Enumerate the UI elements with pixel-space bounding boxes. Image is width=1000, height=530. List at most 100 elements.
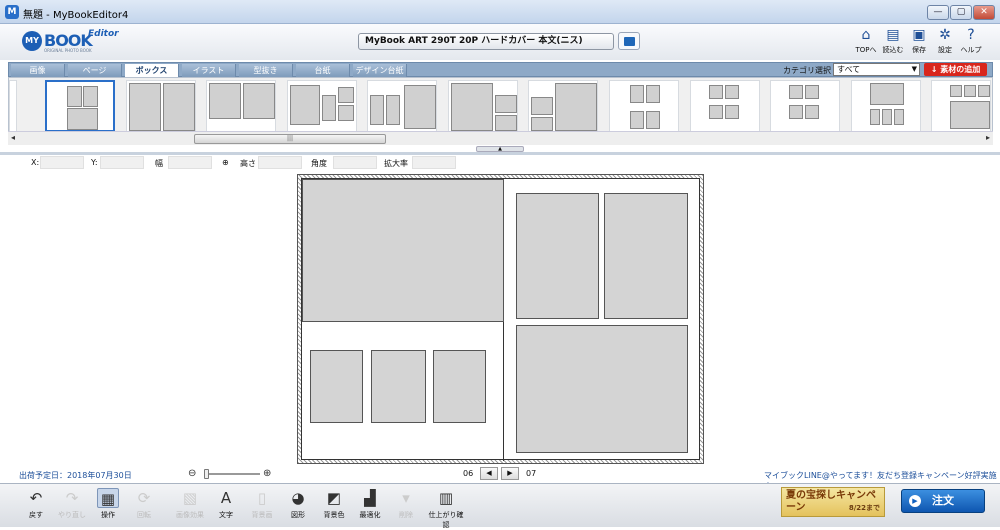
mybook-logo: MY BOOK Editor ORIGINAL PHOTO BOOK [22, 29, 119, 53]
header-button-label: 読込む [882, 46, 904, 54]
tab-3[interactable]: イラスト [182, 64, 236, 77]
layout-thumbnail[interactable] [126, 80, 196, 132]
minimize-button[interactable]: — [927, 5, 949, 20]
toolbar-button-label: 回転 [137, 511, 151, 519]
layout-thumbnail[interactable] [528, 80, 598, 132]
layout-thumbnail[interactable] [287, 80, 357, 132]
layout-thumbnail[interactable] [45, 80, 115, 132]
layout-thumbnail[interactable] [770, 80, 840, 132]
page-spread[interactable] [297, 174, 704, 464]
layout-thumbnail[interactable] [609, 80, 679, 132]
photo-box[interactable] [433, 350, 486, 423]
header-button-1[interactable]: ▤ 読込む [881, 27, 905, 55]
layout-thumbnail[interactable] [851, 80, 921, 132]
layout-thumbnail[interactable] [367, 80, 437, 132]
layout-thumbnail[interactable] [9, 80, 17, 132]
scale-field[interactable] [412, 156, 456, 169]
scale-label: 拡大率 [384, 159, 408, 168]
toolbar-button-5[interactable]: A 文字 [208, 488, 244, 520]
x-field[interactable] [40, 156, 84, 169]
height-field[interactable] [258, 156, 302, 169]
thumbnail-cell [709, 105, 723, 119]
toolbar-button-1[interactable]: ↷ やり直し [54, 488, 90, 520]
scroll-thumb[interactable]: ||| [194, 134, 386, 144]
layout-thumbnail[interactable] [206, 80, 276, 132]
photo-box[interactable] [371, 350, 426, 423]
thumbnail-cell [789, 85, 803, 99]
zoom-out-icon[interactable]: ⊖ [188, 468, 196, 479]
scroll-left-icon[interactable]: ◂ [11, 133, 15, 142]
tab-2[interactable]: ボックス [125, 64, 179, 77]
spread-canvas[interactable] [301, 178, 700, 461]
tab-6[interactable]: デザイン台紙 [353, 64, 407, 77]
thumbnail-cell [805, 85, 819, 99]
toolbar-button-7[interactable]: ◕ 図形 [280, 488, 316, 520]
campaign-banner[interactable]: 夏の宝探しキャンペーン 8/22まで [781, 487, 885, 517]
add-material-button[interactable]: ↓ 素材の追加 [924, 63, 987, 76]
ship-date: 出荷予定日：2018年07月30日 [19, 471, 132, 480]
tab-5[interactable]: 台紙 [296, 64, 350, 77]
link-icon[interactable]: ⊕ [222, 158, 229, 167]
next-page-button[interactable]: ▶ [501, 467, 519, 480]
logo-editor: Editor [88, 29, 119, 39]
layout-thumbnail[interactable] [690, 80, 760, 132]
header-button-3[interactable]: ✲ 設定 [933, 27, 957, 55]
app-header: MY BOOK Editor ORIGINAL PHOTO BOOK MyBoo… [0, 24, 1000, 60]
width-field[interactable] [168, 156, 212, 169]
photo-box[interactable] [302, 179, 504, 322]
zoom-track[interactable] [204, 473, 260, 475]
tab-1[interactable]: ページ [68, 64, 122, 77]
left-page-number: 06 [463, 469, 474, 478]
zoom-in-icon[interactable]: ⊕ [263, 468, 271, 479]
background-color-icon: ◩ [326, 489, 342, 507]
layout-thumbnail[interactable] [448, 80, 518, 132]
toolbar-button-3[interactable]: ⟳ 回転 [126, 488, 162, 520]
angle-field[interactable] [333, 156, 377, 169]
thumbnail-cell [725, 85, 739, 99]
photo-box[interactable] [516, 325, 688, 453]
header-button-4[interactable]: ? ヘルプ [959, 27, 983, 55]
toolbar-button-6[interactable]: ▯ 背景画 [244, 488, 280, 520]
toolbar-button-label: 図形 [291, 511, 305, 519]
tab-4[interactable]: 型抜き [239, 64, 293, 77]
photo-box[interactable] [516, 193, 599, 319]
text-icon: A [220, 489, 232, 507]
toolbar-button-8[interactable]: ◩ 背景色 [316, 488, 352, 520]
toolbar-button-11[interactable]: ▥ 仕上がり確認 [428, 488, 464, 530]
logo-my: MY [22, 31, 42, 51]
layout-thumbnail[interactable] [931, 80, 991, 132]
y-field[interactable] [100, 156, 144, 169]
horizontal-scrollbar[interactable]: ◂ ||| ▸ [8, 131, 993, 145]
thumbnail-cell [404, 85, 436, 129]
thumbnail-cell [290, 85, 320, 125]
toolbar-button-label: 画像効果 [176, 511, 204, 519]
scroll-right-icon[interactable]: ▸ [986, 133, 990, 142]
width-label: 幅 [155, 159, 163, 168]
tab-0[interactable]: 画像 [11, 64, 65, 77]
header-button-2[interactable]: ▣ 保存 [907, 27, 931, 55]
y-label: Y: [91, 158, 98, 167]
arrow-circle-icon: ▶ [909, 495, 921, 507]
toolbar-button-9[interactable]: ▟ 最適化 [352, 488, 388, 520]
toolbar-button-4[interactable]: ▧ 画像効果 [172, 488, 208, 520]
thumbnail-cell [531, 117, 553, 131]
toolbar-button-2[interactable]: ▦ 操作 [90, 488, 126, 520]
zoom-slider-knob[interactable] [204, 469, 209, 479]
prev-page-button[interactable]: ◀ [480, 467, 498, 480]
toolbar-button-0[interactable]: ↶ 戻す [18, 488, 54, 520]
thumbnail-cell [789, 105, 803, 119]
thumbnail-cell [338, 87, 354, 103]
thumbnail-cell [209, 83, 241, 119]
maximize-button[interactable]: ▢ [950, 5, 972, 20]
header-button-0[interactable]: ⌂ TOPへ [854, 27, 878, 55]
close-button[interactable]: ✕ [973, 5, 995, 20]
toolbar-button-10[interactable]: ▾ 削除 [388, 488, 424, 520]
category-select[interactable]: すべて ▼ [833, 63, 920, 76]
photo-box[interactable] [310, 350, 363, 423]
thumbnail-cell [322, 95, 336, 121]
book-view-button[interactable] [618, 32, 640, 50]
product-name[interactable]: MyBook ART 290T 20P ハードカバー 本文(ニス) [358, 33, 614, 50]
thumbnail-cell [630, 85, 644, 103]
photo-box[interactable] [604, 193, 688, 319]
order-button[interactable]: ▶ 注文 [901, 489, 985, 513]
